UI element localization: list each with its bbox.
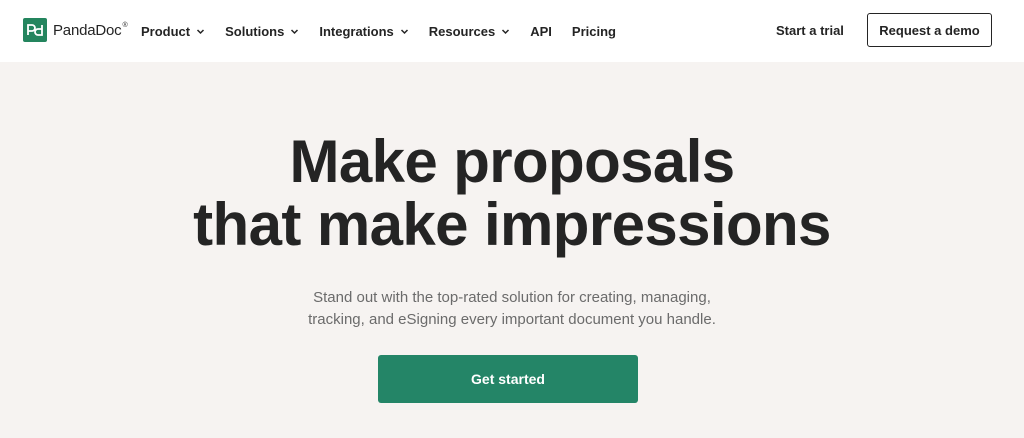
request-demo-button[interactable]: Request a demo <box>867 13 992 47</box>
chevron-down-icon <box>400 27 409 36</box>
nav-item-pricing[interactable]: Pricing <box>572 24 616 39</box>
hero-subtitle-line: Stand out with the top-rated solution fo… <box>313 289 711 306</box>
pandadoc-logo-icon <box>23 18 47 42</box>
hero-headline: Make proposals that make impressions <box>0 130 1024 256</box>
nav-item-integrations[interactable]: Integrations <box>319 24 408 39</box>
nav-item-product[interactable]: Product <box>141 24 205 39</box>
nav-item-api[interactable]: API <box>530 24 552 39</box>
nav-item-label: Product <box>141 23 191 39</box>
start-trial-link[interactable]: Start a trial <box>776 23 844 38</box>
chevron-down-icon <box>290 27 299 36</box>
hero-headline-line: Make proposals <box>289 128 735 195</box>
hero-subtitle-line: tracking, and eSigning every important d… <box>308 311 716 328</box>
nav-item-label: Solutions <box>225 23 285 39</box>
hero-headline-line: that make impressions <box>193 191 831 258</box>
nav-item-resources[interactable]: Resources <box>429 24 510 39</box>
main-nav: Product Solutions Integrations Resources… <box>141 0 636 62</box>
chevron-down-icon <box>196 27 205 36</box>
hero-section: Make proposals that make impressions Sta… <box>0 62 1024 438</box>
top-navigation-bar: PandaDoc® Product Solutions Integrations… <box>0 0 1024 62</box>
nav-item-label: Pricing <box>571 23 616 39</box>
hero-subtitle: Stand out with the top-rated solution fo… <box>0 287 1024 331</box>
nav-item-label: Resources <box>428 23 496 39</box>
logo-wordmark: PandaDoc® <box>53 21 128 39</box>
nav-item-label: API <box>530 23 552 39</box>
chevron-down-icon <box>501 27 510 36</box>
nav-item-label: Integrations <box>319 23 394 39</box>
get-started-button[interactable]: Get started <box>378 355 638 403</box>
pandadoc-logo[interactable]: PandaDoc® <box>23 18 128 42</box>
nav-item-solutions[interactable]: Solutions <box>225 24 299 39</box>
